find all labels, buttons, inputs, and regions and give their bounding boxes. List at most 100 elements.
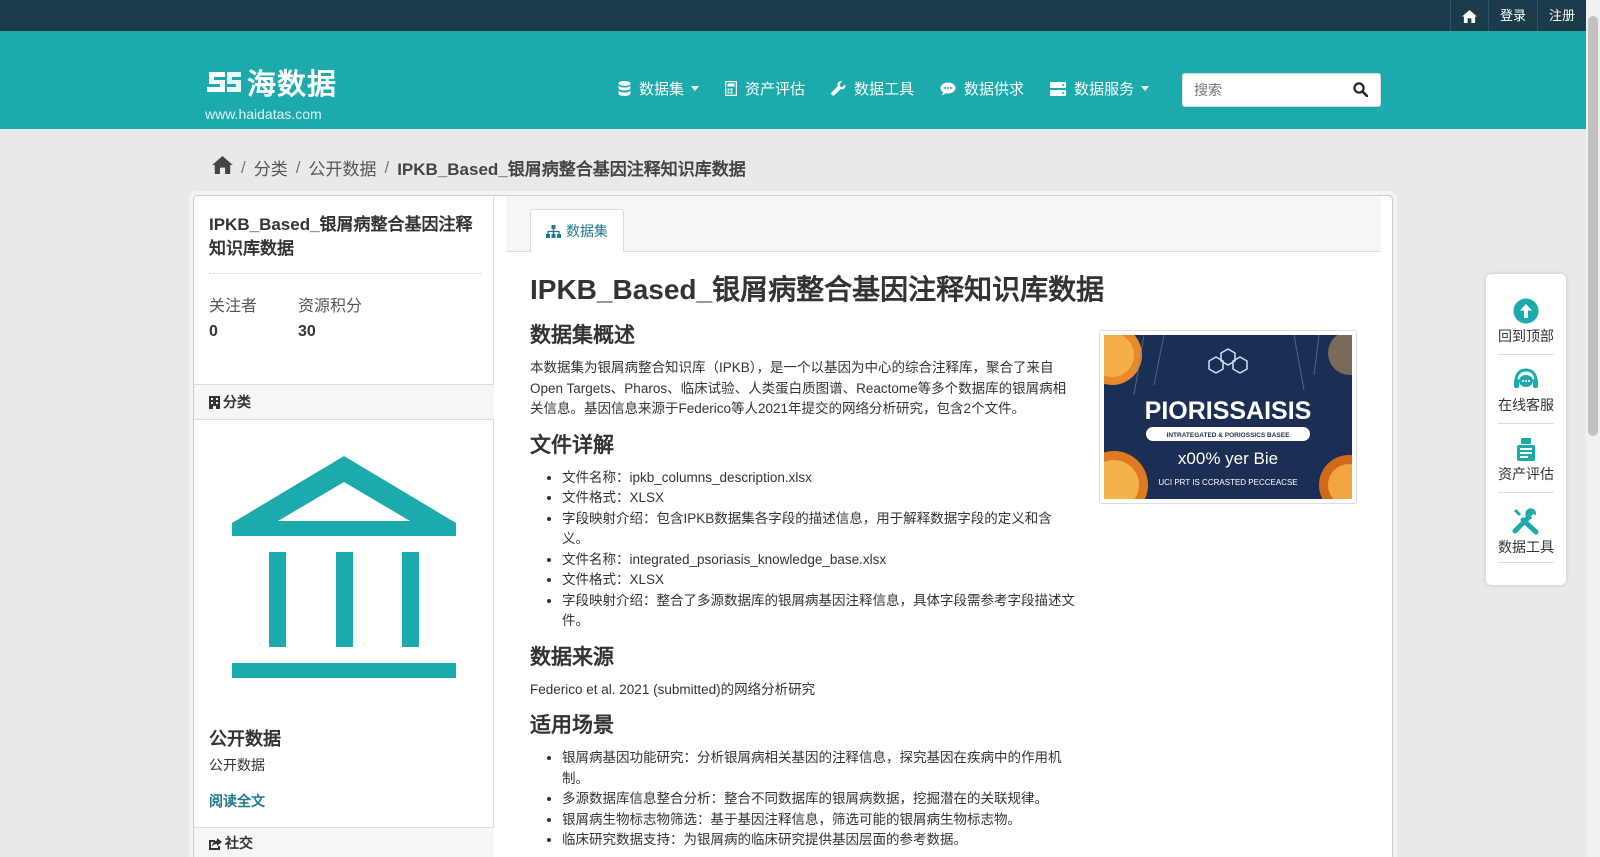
asset-assessment-button[interactable]: 资产评估 bbox=[1496, 436, 1556, 484]
headset-icon bbox=[1514, 368, 1538, 388]
files-heading: 文件详解 bbox=[530, 433, 614, 457]
nav-datasets-label: 数据集 bbox=[639, 81, 685, 98]
usage-list: 银屑病基因功能研究：分析银屑病相关基因的注释信息，探究基因在疾病中的作用机制。 … bbox=[562, 748, 1075, 851]
divider bbox=[1498, 562, 1554, 563]
site-header: 海数据 www.haidatas.com 数据集 资产评估 数据工具 数据供求 … bbox=[0, 31, 1586, 129]
usage-heading: 适用场景 bbox=[530, 714, 614, 737]
cover-line1-text: x00% yer Bie bbox=[1178, 449, 1278, 468]
search-icon bbox=[1353, 82, 1369, 98]
login-link[interactable]: 登录 bbox=[1487, 0, 1537, 31]
breadcrumb-separator: / bbox=[384, 157, 390, 177]
list-item: 文件名称：integrated_psoriasis_knowledge_base… bbox=[562, 550, 1075, 571]
list-item: 多源数据库信息整合分析：整合不同数据库的银屑病数据，挖掘潜在的关联规律。 bbox=[562, 789, 1075, 810]
list-item: 字段映射介绍：整合了多源数据库的银屑病基因注释信息，具体字段需参考字段描述文件。 bbox=[562, 591, 1075, 632]
search-input[interactable] bbox=[1183, 74, 1333, 106]
chevron-down-icon bbox=[1141, 86, 1150, 91]
org-name: 公开数据 bbox=[209, 729, 281, 749]
nav-data-tools[interactable]: 数据工具 bbox=[831, 78, 914, 99]
category-heading: 分类 bbox=[194, 384, 494, 420]
wrench-icon bbox=[831, 81, 846, 96]
site-logo[interactable]: 海数据 bbox=[205, 61, 337, 103]
category-heading-label: 分类 bbox=[223, 394, 251, 410]
breadcrumb-separator: / bbox=[241, 157, 246, 177]
online-service-button[interactable]: 在线客服 bbox=[1496, 367, 1556, 415]
search-button[interactable] bbox=[1353, 82, 1369, 102]
files-list: 文件名称：ipkb_columns_description.xlsx 文件格式：… bbox=[562, 468, 1075, 632]
cover-title-text: PIORISSAISIS bbox=[1145, 397, 1312, 425]
back-to-top-button[interactable]: 回到顶部 bbox=[1496, 298, 1556, 346]
nav-datasets[interactable]: 数据集 bbox=[618, 78, 700, 99]
breadcrumb-separator: / bbox=[295, 157, 301, 177]
dataset-cover-image: PIORISSAISIS INTRATEGATED & PORIOSSICS B… bbox=[1080, 325, 1379, 519]
followers-count: 0 bbox=[209, 323, 218, 340]
tab-strip: 数据集 bbox=[506, 196, 1381, 253]
breadcrumb-home[interactable] bbox=[212, 156, 233, 179]
main-wrapper: IPKB_Based_银屑病整合基因注释知识库数据 关注者 资源积分 0 30 … bbox=[193, 195, 1393, 857]
page-scrollbar[interactable] bbox=[1586, 0, 1600, 857]
online-service-label: 在线客服 bbox=[1498, 397, 1554, 413]
list-item: 银屑病基因功能研究：分析银屑病相关基因的注释信息，探究基因在疾病中的作用机制。 bbox=[562, 748, 1075, 789]
breadcrumb-category[interactable]: 分类 bbox=[254, 155, 288, 180]
org-description: 公开数据 bbox=[209, 757, 265, 773]
asset-assessment-label: 资产评估 bbox=[1498, 466, 1554, 482]
register-link[interactable]: 注册 bbox=[1536, 0, 1586, 31]
sitemap-icon bbox=[546, 224, 561, 238]
source-heading: 数据来源 bbox=[530, 645, 614, 669]
cover-banner-text: INTRATEGATED & PORIOSSICS BASEE bbox=[1167, 432, 1291, 439]
comment-icon bbox=[940, 82, 956, 95]
list-item: 文件格式：XLSX bbox=[562, 488, 1075, 509]
search-box bbox=[1182, 73, 1381, 107]
list-item: 文件格式：XLSX bbox=[562, 570, 1075, 591]
list-item: 临床研究数据支持：为银屑病的临床研究提供基因层面的参考数据。 bbox=[562, 830, 1075, 851]
logo-text: 海数据 bbox=[247, 69, 338, 101]
breadcrumb-public-data[interactable]: 公开数据 bbox=[308, 155, 376, 180]
nav-data-services[interactable]: 数据服务 bbox=[1050, 78, 1150, 99]
data-tools-label: 数据工具 bbox=[1498, 539, 1554, 555]
nav-supply-demand[interactable]: 数据供求 bbox=[940, 78, 1024, 99]
social-heading-label: 社交 bbox=[225, 835, 253, 851]
divider bbox=[209, 273, 481, 274]
overview-heading: 数据集概述 bbox=[530, 324, 635, 347]
overview-text: 本数据集为银屑病整合知识库（IPKB），是一个以基因为中心的综合注释库，聚合了来… bbox=[530, 360, 1067, 416]
logo-mark-icon bbox=[207, 72, 241, 92]
followers-label: 关注者 bbox=[209, 298, 258, 315]
nav-services-label: 数据服务 bbox=[1074, 81, 1135, 98]
divider bbox=[1498, 354, 1554, 355]
dataset-thumbnail[interactable]: PIORISSAISIS INTRATEGATED & PORIOSSICS B… bbox=[1080, 325, 1379, 519]
social-heading: 社交 bbox=[194, 827, 494, 857]
tools-icon bbox=[1512, 508, 1539, 535]
tab-dataset-label: 数据集 bbox=[566, 223, 608, 239]
share-icon bbox=[209, 838, 222, 850]
list-item: 银屑病生物标志物筛选：基于基因注释信息，筛选可能的银屑病生物标志物。 bbox=[562, 810, 1075, 831]
server-icon bbox=[1050, 81, 1067, 96]
divider bbox=[1498, 492, 1554, 493]
nav-asset-label: 资产评估 bbox=[745, 81, 806, 98]
read-more-link[interactable]: 阅读全文 bbox=[209, 791, 265, 811]
calculator-icon bbox=[725, 81, 738, 96]
nav-tools-label: 数据工具 bbox=[854, 81, 915, 98]
nav-asset-assessment[interactable]: 资产评估 bbox=[725, 78, 805, 99]
scrollbar-thumb[interactable] bbox=[1588, 16, 1598, 436]
assessment-icon bbox=[1517, 438, 1535, 461]
list-item: 文件名称：ipkb_columns_description.xlsx bbox=[562, 468, 1075, 489]
top-links: 登录 注册 bbox=[1449, 0, 1586, 31]
page-title: IPKB_Based_银屑病整合基因注释知识库数据 bbox=[530, 274, 1105, 305]
breadcrumb-current: IPKB_Based_银屑病整合基因注释知识库数据 bbox=[397, 160, 746, 179]
points-value: 30 bbox=[298, 323, 316, 340]
institution-icon bbox=[232, 456, 456, 683]
database-icon bbox=[618, 81, 631, 96]
tab-dataset[interactable]: 数据集 bbox=[530, 209, 624, 253]
chevron-down-icon bbox=[691, 86, 700, 91]
logo-url: www.haidatas.com bbox=[205, 106, 322, 122]
home-link[interactable] bbox=[1449, 0, 1488, 31]
divider bbox=[1498, 423, 1554, 424]
nav-supply-label: 数据供求 bbox=[964, 81, 1025, 98]
breadcrumb: / 分类 / 公开数据 / IPKB_Based_银屑病整合基因注释知识库数据 bbox=[212, 155, 746, 180]
points-label: 资源积分 bbox=[298, 298, 363, 315]
dataset-content: IPKB_Based_银屑病整合基因注释知识库数据 数据集概述 本数据集为银屑病… bbox=[530, 272, 1104, 857]
data-tools-button[interactable]: 数据工具 bbox=[1496, 505, 1556, 557]
floating-toolbar: 回到顶部 在线客服 资产评估 数据工具 bbox=[1486, 274, 1566, 585]
cover-line2-text: UCI PRT IS CCRASTED PECCEACSE bbox=[1158, 478, 1297, 487]
home-icon bbox=[212, 156, 233, 174]
arrow-up-circle-icon bbox=[1513, 298, 1539, 324]
